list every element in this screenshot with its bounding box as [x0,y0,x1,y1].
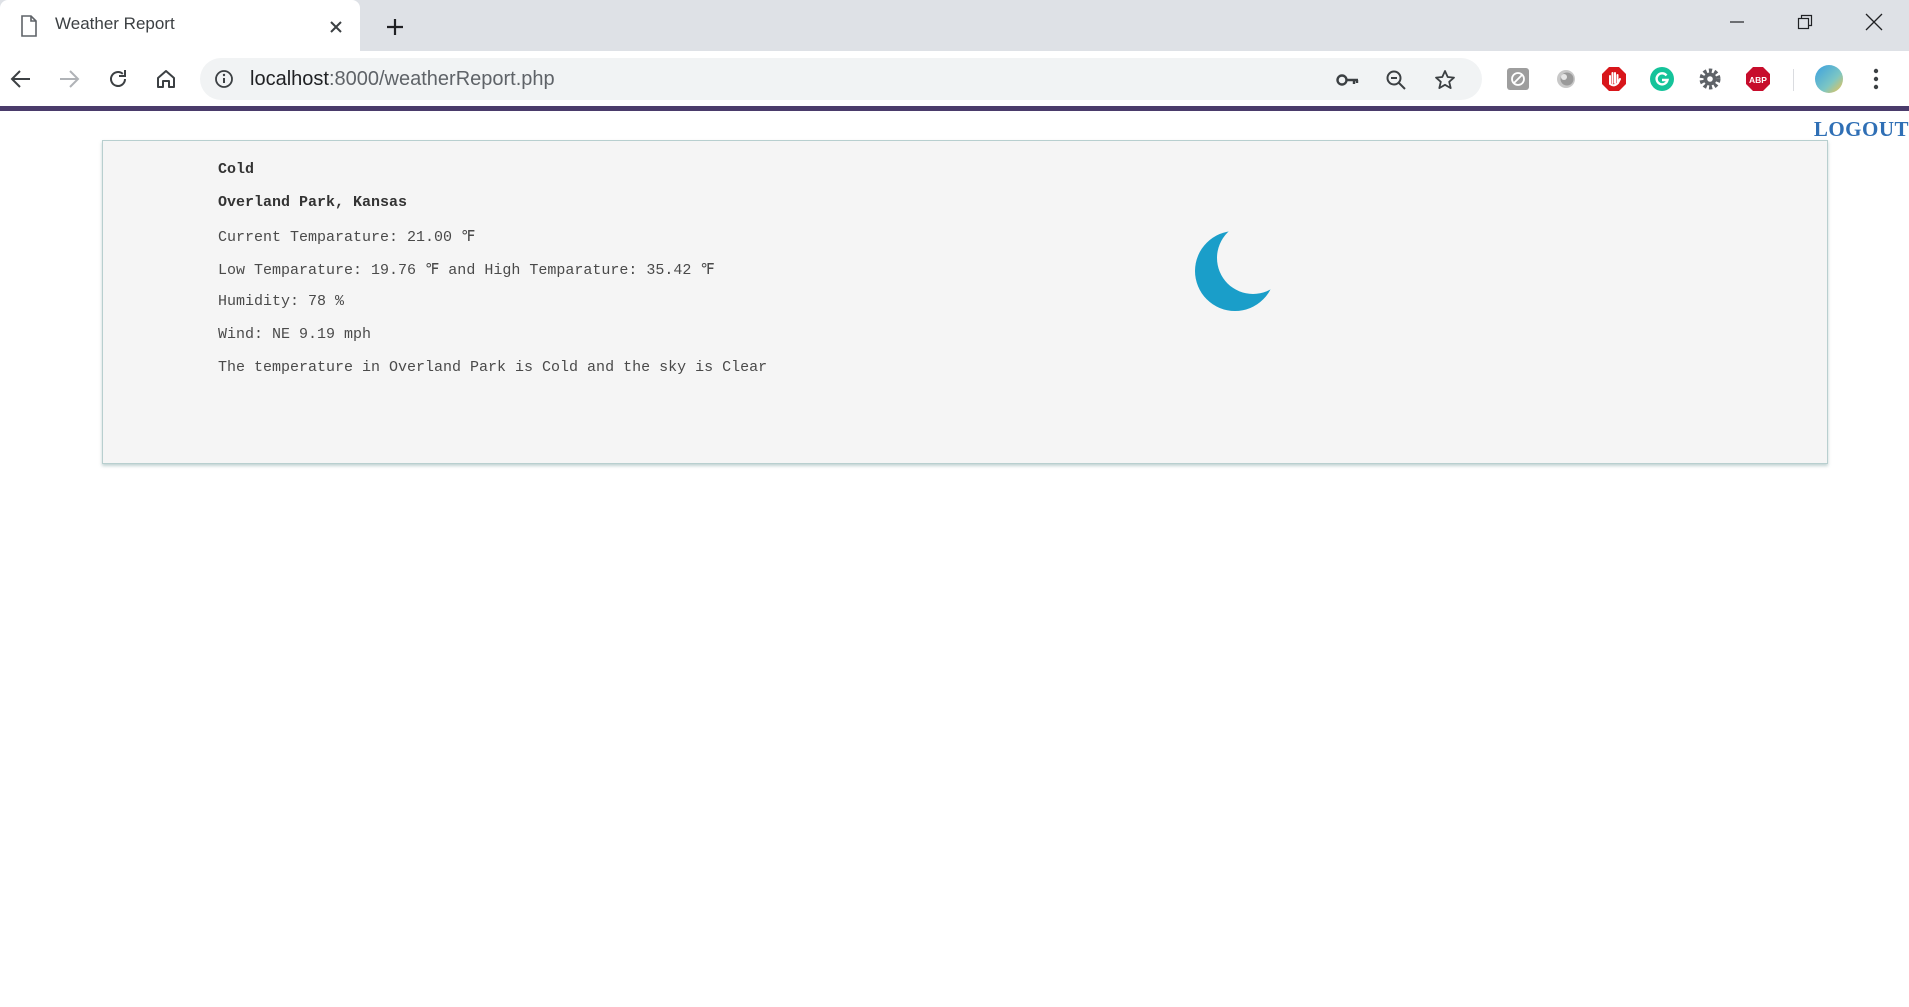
url-host: localhost [250,68,329,90]
header-accent-bar [0,106,1909,111]
zoom-out-icon[interactable] [1384,68,1408,92]
home-icon[interactable] [152,65,180,93]
star-icon[interactable] [1433,68,1457,92]
weather-card: Cold Overland Park, Kansas Current Tempa… [102,140,1828,464]
browser-toolbar: localhost:8000/weatherReport.php ABP [0,51,1909,107]
weather-summary: The temperature in Overland Park is Cold… [218,359,768,376]
current-temperature: Current Temparature: 21.00 ℉ [218,229,476,246]
ghostery-icon[interactable] [1504,65,1532,93]
forward-arrow-icon[interactable] [55,65,83,93]
weather-location: Overland Park, Kansas [218,194,408,211]
gear-extension-icon[interactable] [1696,65,1724,93]
adblock-hand-icon[interactable] [1600,65,1628,93]
close-tab-icon[interactable] [324,15,348,39]
toolbar-divider [1793,69,1794,91]
url-path: :8000/weatherReport.php [328,68,555,90]
grammarly-icon[interactable] [1648,65,1676,93]
profile-avatar-icon[interactable] [1813,63,1845,95]
minimize-icon[interactable] [1703,0,1771,44]
new-tab-icon[interactable] [380,12,410,42]
low-high-temperature: Low Temparature: 19.76 ℉ and High Tempar… [218,262,715,279]
reload-icon[interactable] [104,65,132,93]
tab-strip: Weather Report [0,0,1909,51]
weather-condition: Cold [218,161,255,178]
tab-title: Weather Report [55,14,175,33]
address-bar[interactable]: localhost:8000/weatherReport.php [200,58,1482,100]
browser-tab[interactable]: Weather Report [0,0,360,51]
key-icon[interactable] [1336,68,1360,92]
crescent-moon-icon [1193,226,1283,316]
abp-label: ABP [1749,75,1767,85]
page-icon [20,15,38,37]
logout-link[interactable]: LOGOUT [1814,117,1909,142]
wind: Wind: NE 9.19 mph [218,326,372,343]
menu-dots-icon[interactable] [1862,65,1890,93]
humidity: Humidity: 78 % [218,293,345,310]
back-arrow-icon[interactable] [7,65,35,93]
info-icon[interactable] [214,69,234,89]
restore-icon[interactable] [1771,0,1839,44]
url-text[interactable]: localhost:8000/weatherReport.php [250,68,555,91]
adblock-plus-icon[interactable]: ABP [1744,65,1772,93]
close-window-icon[interactable] [1840,0,1908,44]
circle-extension-icon[interactable] [1552,65,1580,93]
